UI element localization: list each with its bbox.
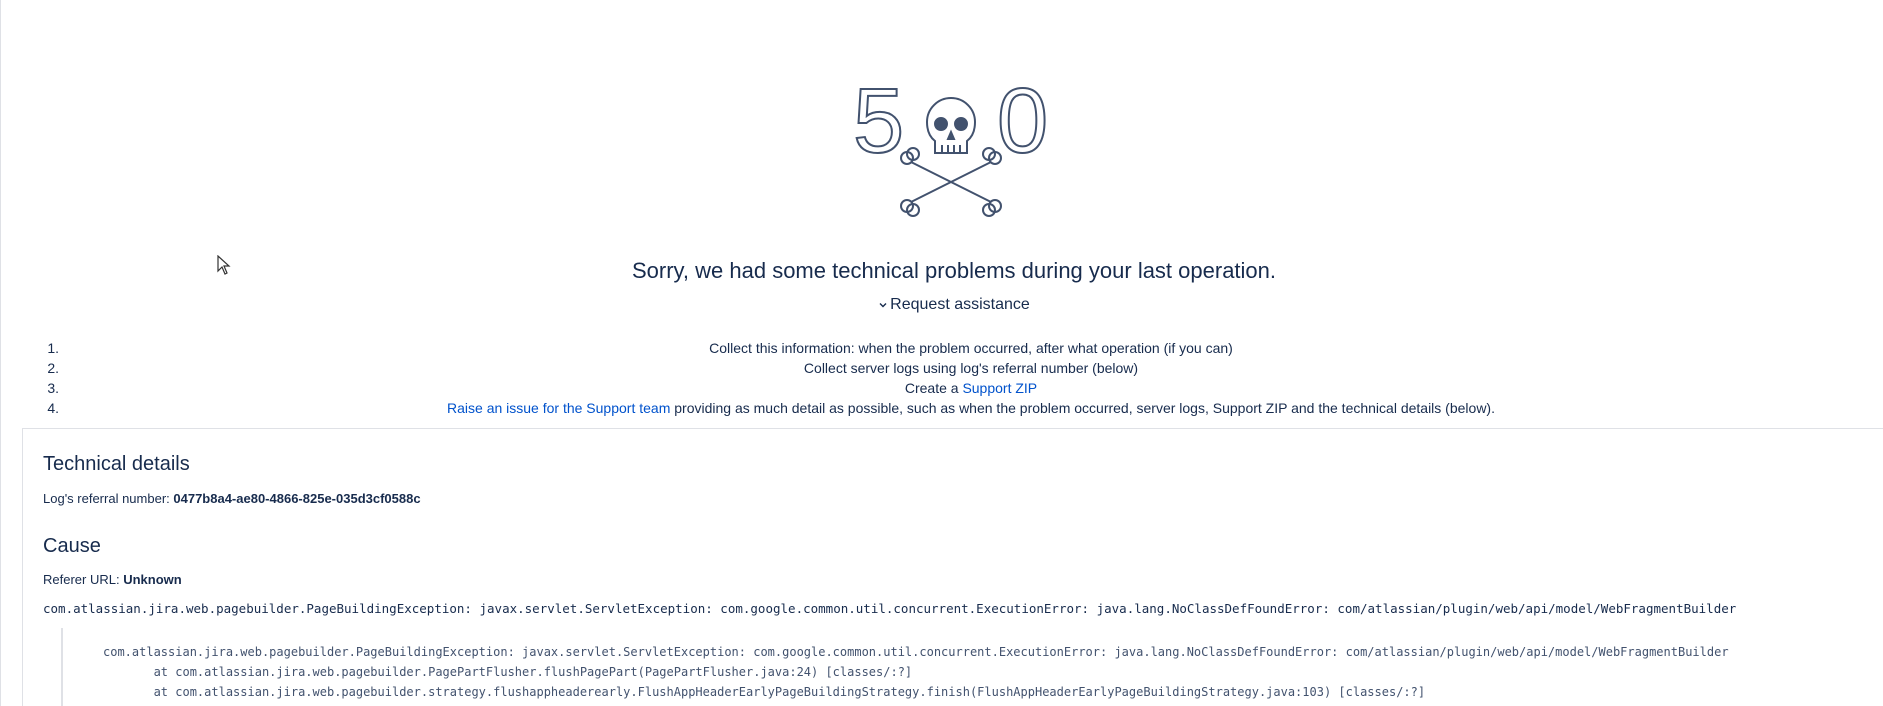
error-code-left: 5 [853, 70, 904, 172]
referer-url: Referer URL: Unknown [43, 572, 182, 587]
support-zip-link[interactable]: Support ZIP [962, 380, 1037, 396]
stack-trace: com.atlassian.jira.web.pagebuilder.PageB… [61, 628, 1881, 706]
error-page: 5 0 Sorry, we had some technical problem… [0, 0, 1883, 706]
request-assistance-toggle[interactable]: Request assistance [1, 296, 1883, 314]
raise-issue-link[interactable]: Raise an issue for the Support team [447, 400, 670, 416]
error-500-graphic: 5 0 [851, 69, 1061, 220]
step-text: Collect this information: when the probl… [709, 340, 1233, 356]
stack-line: at com.atlassian.jira.web.pagebuilder.st… [103, 685, 1426, 699]
list-item: 1. Collect this information: when the pr… [1, 338, 1883, 358]
request-assistance-label: Request assistance [890, 296, 1030, 313]
referral-number: Log's referral number: 0477b8a4-ae80-486… [43, 491, 421, 506]
referral-value: 0477b8a4-ae80-4866-825e-035d3cf0588c [173, 491, 421, 506]
list-item: 2. Collect server logs using log's refer… [1, 358, 1883, 378]
skull-crossbones-icon: 5 0 [852, 69, 1049, 217]
technical-details-title: Technical details [43, 453, 190, 475]
step-number: 3. [47, 380, 59, 396]
list-item: 3. Create a Support ZIP [1, 378, 1883, 398]
technical-details-panel: Technical details Log's referral number:… [22, 428, 1883, 706]
referer-value: Unknown [123, 572, 182, 587]
assistance-steps-list: 1. Collect this information: when the pr… [1, 338, 1883, 418]
stack-line: com.atlassian.jira.web.pagebuilder.PageB… [103, 645, 1729, 659]
step-text: Create a [904, 380, 963, 396]
list-item: 4. Raise an issue for the Support team p… [1, 398, 1883, 418]
step-text: providing as much detail as possible, su… [670, 400, 1495, 416]
step-number: 1. [47, 340, 59, 356]
step-number: 2. [47, 360, 59, 376]
referer-label: Referer URL: [43, 572, 124, 587]
error-code-right: 0 [997, 70, 1048, 172]
chevron-down-icon [879, 302, 887, 308]
step-text: Collect server logs using log's referral… [803, 360, 1139, 376]
step-number: 4. [47, 400, 59, 416]
error-headline: Sorry, we had some technical problems du… [631, 258, 1277, 283]
referral-label: Log's referral number: [43, 491, 174, 506]
cause-title: Cause [43, 535, 101, 557]
exception-message: com.atlassian.jira.web.pagebuilder.PageB… [43, 601, 1737, 616]
stack-line: at com.atlassian.jira.web.pagebuilder.Pa… [103, 665, 913, 679]
